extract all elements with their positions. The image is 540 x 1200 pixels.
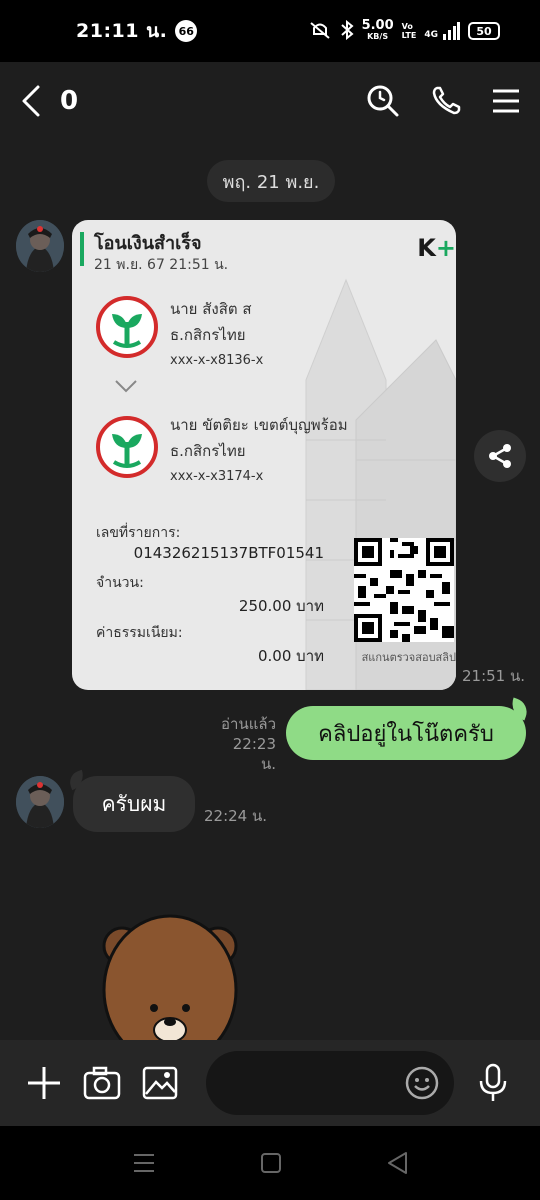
phone-icon[interactable] bbox=[430, 85, 462, 117]
outgoing-message[interactable]: คลิปอยู่ในโน๊ตครับ bbox=[286, 697, 531, 760]
kplus-logo: K+ bbox=[417, 234, 456, 262]
read-status: อ่านแล้ว 22:23 น. bbox=[221, 715, 276, 773]
receiver-bank: ธ.กสิกรไทย bbox=[170, 442, 246, 460]
system-nav-bar bbox=[0, 1126, 540, 1200]
sender-account: นาย สังสิต ส ธ.กสิกรไทย xxx-x-x8136-x bbox=[170, 296, 263, 374]
back-nav-icon[interactable] bbox=[386, 1151, 408, 1175]
back-icon[interactable] bbox=[20, 84, 42, 118]
slip-title: โอนเงินสำเร็จ bbox=[94, 233, 202, 254]
receiver-account: นาย ขัตติยะ เขตต์บุญพร้อม ธ.กสิกรไทย xxx… bbox=[170, 412, 348, 490]
incoming-message-text: ครับผม bbox=[101, 791, 167, 816]
gallery-icon[interactable] bbox=[140, 1063, 180, 1103]
avatar[interactable] bbox=[16, 776, 64, 828]
message-input[interactable] bbox=[222, 1063, 392, 1103]
amount-value: 250.00 บาท bbox=[238, 597, 324, 615]
home-icon[interactable] bbox=[260, 1152, 282, 1174]
message-field[interactable] bbox=[206, 1051, 454, 1115]
volte-indicator: Vo LTE bbox=[401, 22, 417, 40]
signal-icon: 4G bbox=[424, 22, 460, 40]
chat-area[interactable]: พฤ. 21 พ.ย. โอนเงินสำเร็จ 21 พ.ย. 67 21:… bbox=[0, 140, 540, 1040]
amount-label: จำนวน: bbox=[96, 575, 144, 591]
search-icon[interactable] bbox=[366, 84, 400, 118]
camera-icon[interactable] bbox=[82, 1063, 122, 1103]
kbank-logo-icon bbox=[96, 416, 158, 478]
incoming-timestamp: 22:24 น. bbox=[204, 807, 268, 825]
arrow-down-icon bbox=[114, 373, 138, 401]
chat-header: 0 bbox=[0, 62, 540, 140]
transfer-slip-image[interactable]: โอนเงินสำเร็จ 21 พ.ย. 67 21:51 น. K+ นาย… bbox=[72, 220, 456, 690]
slip-timestamp: 21:51 น. bbox=[462, 667, 526, 685]
receiver-account-number: xxx-x-x3174-x bbox=[170, 469, 264, 484]
qr-caption: สแกนตรวจสอบสลิป bbox=[361, 651, 456, 664]
bear-sticker[interactable] bbox=[100, 910, 240, 1040]
chat-title: 0 bbox=[60, 86, 79, 116]
battery-icon: 50 bbox=[468, 22, 500, 40]
slip-datetime: 21 พ.ย. 67 21:51 น. bbox=[94, 257, 229, 273]
fee-value: 0.00 บาท bbox=[258, 647, 324, 665]
sender-bank: ธ.กสิกรไทย bbox=[170, 326, 246, 344]
sender-name: นาย สังสิต ส bbox=[170, 300, 252, 318]
message-input-bar bbox=[0, 1040, 540, 1126]
incoming-message[interactable]: ครับผม bbox=[66, 769, 195, 832]
outgoing-message-text: คลิปอยู่ในโน๊ตครับ bbox=[318, 721, 494, 747]
bubble-tail bbox=[507, 697, 531, 721]
sender-account-number: xxx-x-x8136-x bbox=[170, 353, 264, 368]
status-time: 21:11 น. bbox=[76, 20, 168, 42]
bubble-tail bbox=[66, 769, 88, 791]
fee-label: ค่าธรรมเนียม: bbox=[96, 625, 183, 641]
recent-apps-icon[interactable] bbox=[132, 1151, 156, 1175]
bluetooth-icon bbox=[340, 19, 354, 43]
add-icon[interactable] bbox=[24, 1063, 64, 1103]
share-button[interactable] bbox=[474, 430, 526, 482]
share-icon bbox=[489, 444, 511, 468]
title-accent-bar bbox=[80, 232, 84, 266]
status-bar: 21:11 น. 66 5.00 KB/S Vo LTE 4G 50 bbox=[0, 0, 540, 62]
emoji-icon[interactable] bbox=[404, 1065, 440, 1101]
ref-value: 014326215137BTF01541 bbox=[133, 544, 324, 562]
microphone-icon[interactable] bbox=[478, 1063, 508, 1103]
avatar[interactable] bbox=[16, 220, 64, 272]
net-speed: 5.00 KB/S bbox=[361, 18, 394, 41]
date-chip: พฤ. 21 พ.ย. bbox=[207, 160, 335, 202]
mute-vibrate-icon bbox=[308, 20, 332, 43]
notification-count-badge: 66 bbox=[175, 20, 198, 42]
qr-code bbox=[354, 538, 454, 642]
menu-icon[interactable] bbox=[492, 88, 520, 114]
receiver-name: นาย ขัตติยะ เขตต์บุญพร้อม bbox=[170, 416, 348, 434]
ref-label: เลขที่รายการ: bbox=[96, 525, 181, 541]
kbank-logo-icon bbox=[96, 296, 158, 358]
